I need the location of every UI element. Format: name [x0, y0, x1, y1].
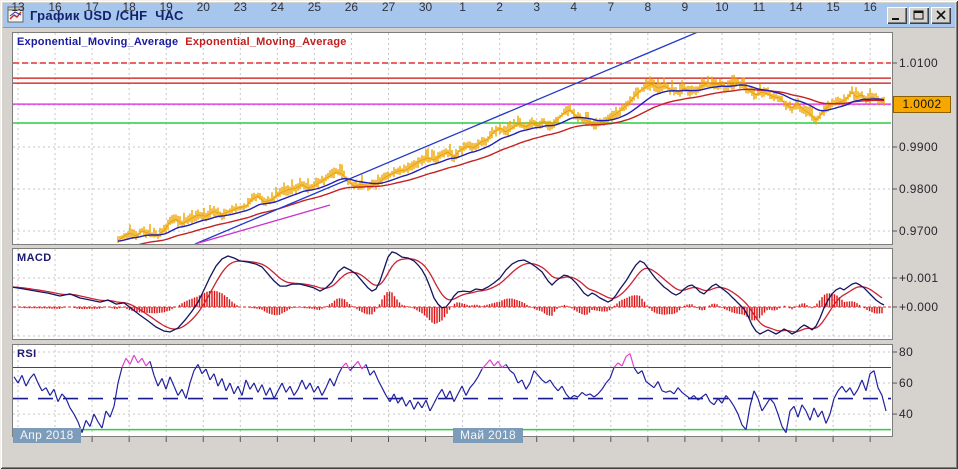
- x-axis-label: 13: [11, 0, 25, 14]
- ema-label-red: Exponential_Moving_Average: [185, 36, 347, 48]
- x-axis-label: 9: [681, 0, 689, 14]
- x-axis-label: 1: [459, 0, 466, 14]
- chart-window: График USD /CHF ЧАС Exponential_Moving_A…: [0, 0, 958, 469]
- close-button[interactable]: [931, 6, 951, 24]
- month-label: Апр 2018: [13, 428, 81, 443]
- ema-label-blue: Exponential_Moving_Average: [17, 36, 179, 48]
- x-axis-label: 10: [715, 0, 729, 14]
- price-axis-label: 0.9700: [899, 224, 939, 238]
- x-axis-label: 26: [344, 0, 359, 14]
- rsi-axis-label: 40: [899, 407, 914, 422]
- minimize-icon: [892, 17, 899, 20]
- x-axis-label: 17: [85, 0, 99, 14]
- x-axis-label: 14: [789, 0, 803, 14]
- x-axis-label: 2: [496, 0, 503, 14]
- maximize-icon: [913, 10, 924, 19]
- month-label: Май 2018: [453, 428, 523, 443]
- x-axis-label: 16: [863, 0, 877, 14]
- x-axis-label: 24: [270, 0, 285, 14]
- rsi-axis-label: 80: [899, 345, 914, 359]
- maximize-button[interactable]: [909, 6, 929, 24]
- price-axis-label: 1.0100: [899, 56, 939, 70]
- x-axis-label: 3: [533, 0, 541, 14]
- macd-label: MACD: [17, 252, 52, 264]
- rsi-axis-label: 60: [899, 376, 914, 391]
- minimize-button[interactable]: [887, 6, 907, 24]
- x-axis-label: 19: [159, 0, 173, 14]
- x-axis-label: 16: [48, 0, 62, 14]
- x-axis-label: 30: [418, 0, 433, 14]
- macd-panel[interactable]: [12, 248, 893, 340]
- price-chart-panel[interactable]: [12, 32, 893, 245]
- x-axis-label: 7: [607, 0, 615, 14]
- x-axis-label: 11: [752, 0, 766, 14]
- current-price-tag: 1.0002: [893, 96, 951, 114]
- rsi-panel[interactable]: [12, 344, 893, 437]
- macd-axis-label: +0.001: [899, 271, 939, 285]
- close-icon: [936, 9, 946, 20]
- x-axis-label: 18: [122, 0, 136, 14]
- x-axis-label: 27: [381, 0, 396, 14]
- price-axis-label: 0.9800: [899, 182, 939, 196]
- x-axis-label: 25: [307, 0, 322, 14]
- x-axis-label: 15: [826, 0, 840, 14]
- x-axis-label: 20: [196, 0, 210, 14]
- x-axis-label: 4: [570, 0, 578, 14]
- x-axis-label: 23: [233, 0, 247, 14]
- title-bar[interactable]: График USD /CHF ЧАС: [3, 3, 955, 28]
- price-axis-label: 0.9900: [899, 140, 939, 154]
- x-axis-label: 8: [644, 0, 652, 14]
- indicator-legend: Exponential_Moving_Average Exponential_Mo…: [17, 36, 347, 48]
- macd-axis-label: +0.000: [899, 300, 939, 314]
- rsi-label: RSI: [17, 348, 37, 360]
